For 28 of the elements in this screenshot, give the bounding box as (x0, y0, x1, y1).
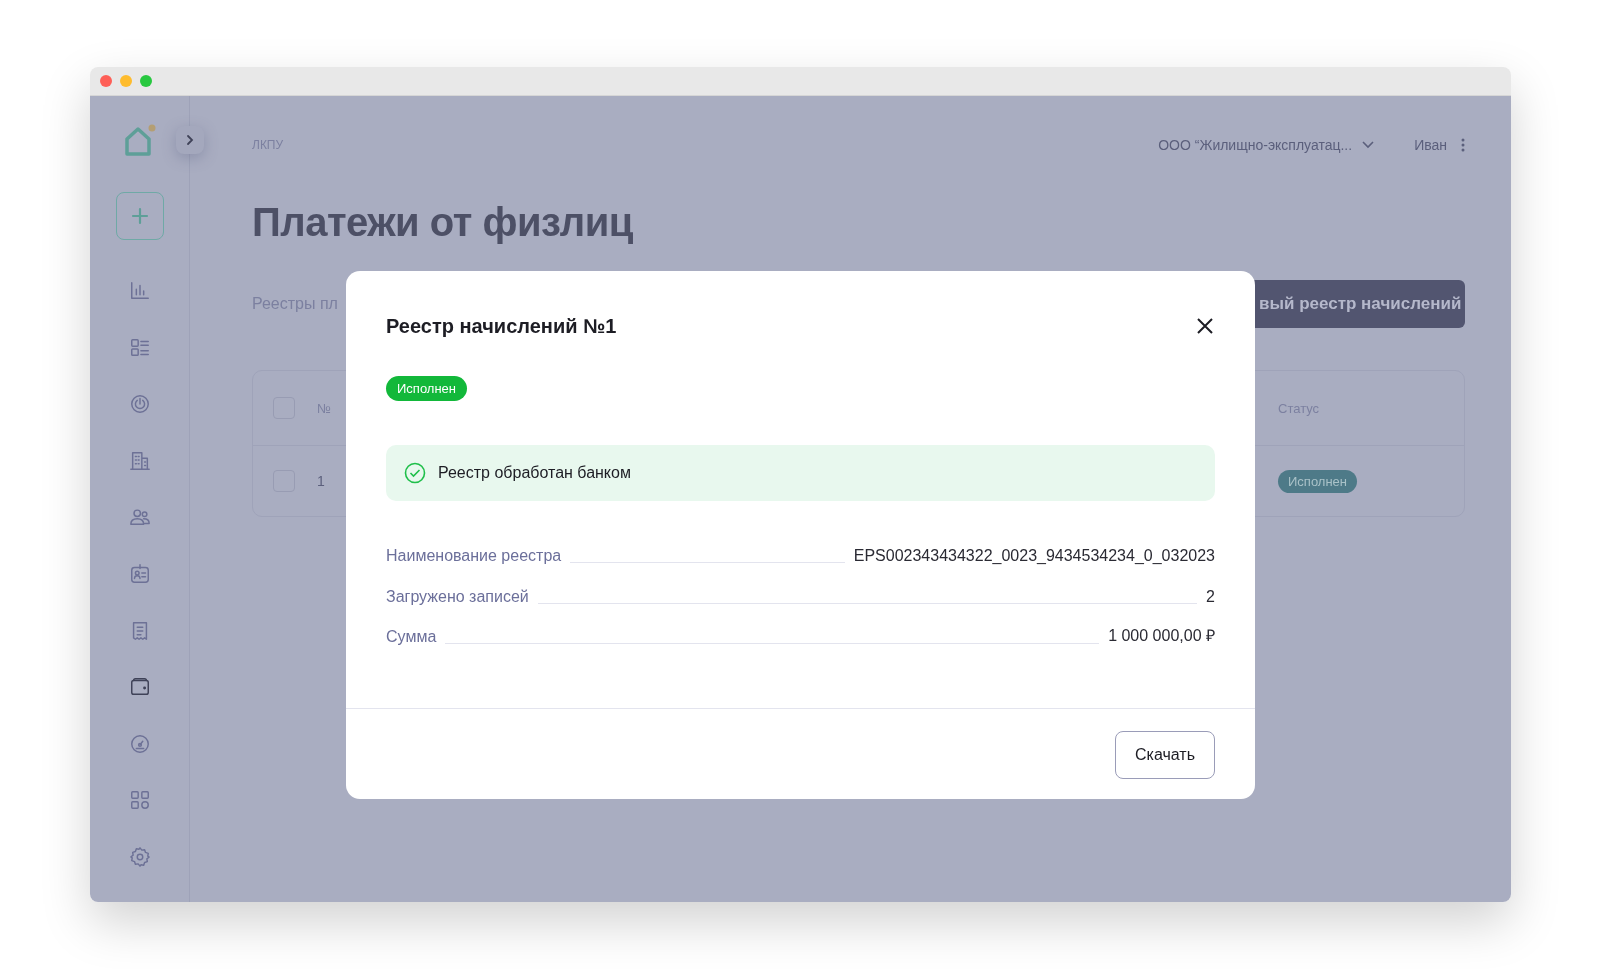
user-name[interactable]: Иван (1414, 137, 1447, 153)
field-label: Загружено записей (386, 587, 529, 606)
chevron-right-icon (185, 134, 195, 146)
table-cell: 1 (317, 473, 325, 489)
window-maximize-icon[interactable] (140, 75, 152, 87)
field-value: 2 (1206, 587, 1215, 606)
page-title: Платежи от физлиц (252, 200, 634, 246)
organization-selector[interactable]: ООО “Жилищно-эксплуатац... (1158, 137, 1353, 153)
field-value: 1 000 000,00 ₽ (1108, 626, 1215, 646)
plus-icon (130, 207, 149, 225)
add-button[interactable] (115, 192, 164, 240)
chevron-down-icon[interactable] (1362, 141, 1375, 149)
column-header: № (317, 400, 331, 416)
field-label: Наименование реестра (386, 547, 562, 565)
alert-text: Реестр обработан банком (438, 464, 631, 482)
modal-title: Реестр начислений №1 (386, 314, 617, 338)
window-close-icon[interactable] (100, 75, 112, 87)
check-circle-icon (404, 462, 426, 484)
house-logo-icon[interactable] (122, 124, 157, 158)
expand-sidebar-button[interactable] (176, 126, 204, 154)
field-value: EPS002343434322_0023_9434534234_0_032023 (853, 547, 1215, 565)
status-badge: Исполнен (1278, 469, 1357, 493)
field-label: Сумма (386, 628, 437, 646)
close-icon[interactable] (1195, 316, 1215, 336)
download-button[interactable]: Скачать (1115, 731, 1215, 779)
status-badge: Исполнен (386, 376, 467, 401)
more-options-icon[interactable] (1461, 138, 1465, 152)
window-minimize-icon[interactable] (120, 75, 132, 87)
